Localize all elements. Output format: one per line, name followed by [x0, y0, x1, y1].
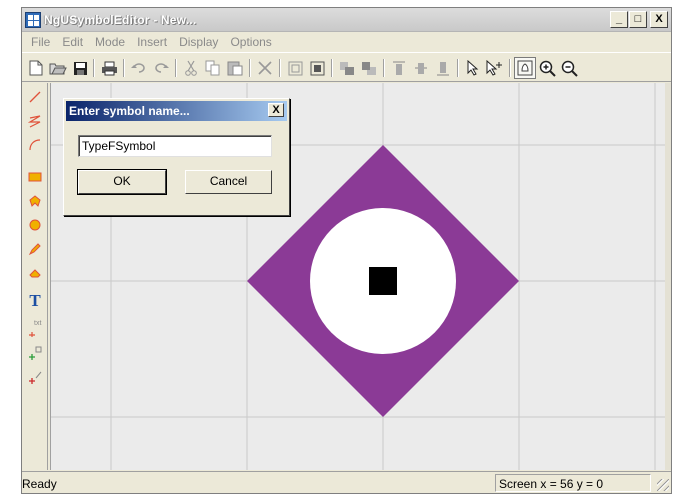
zoom-in-icon[interactable] [536, 57, 558, 79]
text-anchor-icon[interactable]: txt [25, 319, 45, 339]
coordinates-readout: Screen x = 56 y = 0 [495, 474, 651, 492]
app-icon [25, 12, 41, 28]
fill-icon[interactable] [25, 263, 45, 283]
send-to-back-icon[interactable] [358, 57, 380, 79]
port-icon[interactable] [25, 343, 45, 363]
zoom-out-icon[interactable] [558, 57, 580, 79]
toolbar [22, 52, 671, 82]
menu-display[interactable]: Display [173, 35, 224, 49]
delete-icon[interactable] [254, 57, 276, 79]
select-points-icon[interactable] [484, 57, 506, 79]
select-arrow-icon[interactable] [462, 57, 484, 79]
maximize-button[interactable]: □ [629, 11, 647, 28]
align-middle-icon[interactable] [410, 57, 432, 79]
dialog-close-button[interactable]: X [268, 103, 284, 117]
ungroup-icon[interactable] [306, 57, 328, 79]
circle-icon[interactable] [25, 215, 45, 235]
align-top-icon[interactable] [388, 57, 410, 79]
menu-insert[interactable]: Insert [131, 35, 173, 49]
open-folder-icon[interactable] [47, 57, 69, 79]
text-anchor-label: txt [34, 320, 42, 327]
center-square[interactable] [369, 267, 397, 295]
redo-icon[interactable] [150, 57, 172, 79]
resize-grip[interactable] [657, 479, 669, 491]
close-button[interactable]: X [650, 11, 668, 28]
ok-button[interactable]: OK [77, 169, 167, 195]
menu-bar: File Edit Mode Insert Display Options [22, 32, 671, 52]
line-icon[interactable] [25, 87, 45, 107]
text-tool-icon[interactable]: T [25, 291, 45, 311]
new-file-icon[interactable] [25, 57, 47, 79]
text-tool-label: T [29, 291, 41, 310]
symbol-name-dialog: Enter symbol name... X OK Cancel [63, 98, 290, 216]
arc-icon[interactable] [25, 135, 45, 155]
rectangle-icon[interactable] [25, 167, 45, 187]
menu-file[interactable]: File [25, 35, 56, 49]
vertical-scrollbar[interactable] [665, 83, 671, 470]
align-bottom-icon[interactable] [432, 57, 454, 79]
dialog-title-bar[interactable]: Enter symbol name... X [66, 101, 287, 121]
status-bar: Ready Screen x = 56 y = 0 [22, 471, 671, 493]
undo-icon[interactable] [128, 57, 150, 79]
cancel-button[interactable]: Cancel [185, 170, 272, 194]
paste-icon[interactable] [224, 57, 246, 79]
window-title: NgUSymbolEditor - New... [44, 13, 197, 27]
bring-to-front-icon[interactable] [336, 57, 358, 79]
connection-point-icon[interactable] [25, 367, 45, 387]
dialog-title: Enter symbol name... [69, 104, 190, 118]
print-icon[interactable] [98, 57, 120, 79]
cut-icon[interactable] [180, 57, 202, 79]
minimize-button[interactable]: _ [610, 11, 628, 28]
status-text: Ready [22, 477, 57, 491]
group-icon[interactable] [284, 57, 306, 79]
symbol-name-input[interactable] [78, 135, 272, 157]
app-window: NgUSymbolEditor - New... _ □ X File Edit… [21, 7, 672, 494]
pencil-icon[interactable] [25, 239, 45, 259]
drawing-tools-bar: T txt [22, 83, 48, 470]
polygon-icon[interactable] [25, 191, 45, 211]
pan-icon[interactable] [514, 57, 536, 79]
save-icon[interactable] [69, 57, 91, 79]
menu-edit[interactable]: Edit [56, 35, 89, 49]
menu-options[interactable]: Options [224, 35, 277, 49]
menu-mode[interactable]: Mode [89, 35, 131, 49]
polyline-icon[interactable] [25, 111, 45, 131]
copy-icon[interactable] [202, 57, 224, 79]
title-bar[interactable]: NgUSymbolEditor - New... _ □ X [22, 8, 671, 32]
